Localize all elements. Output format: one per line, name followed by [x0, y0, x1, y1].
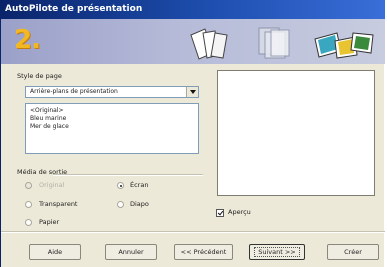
- help-button[interactable]: Aide: [29, 244, 81, 260]
- pages-illustration-icon: [190, 28, 228, 60]
- radio-transparent[interactable]: [25, 201, 32, 208]
- autopilot-dialog: AutoPilote de présentation 2. Style de p…: [0, 0, 385, 267]
- preview-checkbox[interactable]: [216, 209, 224, 217]
- group-divider: [53, 174, 203, 176]
- next-button[interactable]: Suivant >>: [249, 244, 305, 260]
- page-style-label: Style de page: [17, 72, 62, 80]
- radio-paper[interactable]: [25, 219, 32, 226]
- page-style-select[interactable]: Arrière-plans de présentation: [25, 86, 199, 98]
- list-item[interactable]: Mer de glace: [30, 123, 194, 131]
- wizard-banner: 2.: [1, 19, 385, 64]
- list-item[interactable]: Bleu marine: [30, 115, 194, 123]
- radio-original-label: Original: [39, 181, 65, 189]
- list-item[interactable]: <Original>: [30, 107, 194, 115]
- button-separator: [1, 231, 385, 233]
- radio-original[interactable]: [25, 182, 32, 189]
- radio-transparent-label: Transparent: [39, 200, 78, 208]
- preview-pane: [217, 70, 375, 196]
- page-style-list[interactable]: <Original> Bleu marine Mer de glace: [25, 103, 199, 154]
- chevron-down-icon[interactable]: [186, 87, 198, 97]
- radio-paper-label: Papier: [39, 218, 60, 226]
- radio-slide[interactable]: [117, 201, 124, 208]
- radio-slide-label: Diapo: [130, 200, 149, 208]
- previous-button[interactable]: << Précédent: [174, 244, 233, 260]
- create-button[interactable]: Créer: [327, 244, 379, 260]
- step-number: 2.: [14, 25, 41, 55]
- window-title: AutoPilote de présentation: [1, 0, 385, 19]
- radio-screen[interactable]: [117, 182, 124, 189]
- page-style-selected: Arrière-plans de présentation: [30, 88, 118, 95]
- transparency-illustration-icon: [258, 27, 290, 59]
- slides-illustration-icon: [314, 32, 374, 59]
- radio-screen-label: Écran: [130, 181, 149, 189]
- next-button-label: Suivant >>: [254, 247, 300, 257]
- preview-checkbox-label: Aperçu: [228, 208, 251, 216]
- cancel-button[interactable]: Annuler: [105, 244, 157, 260]
